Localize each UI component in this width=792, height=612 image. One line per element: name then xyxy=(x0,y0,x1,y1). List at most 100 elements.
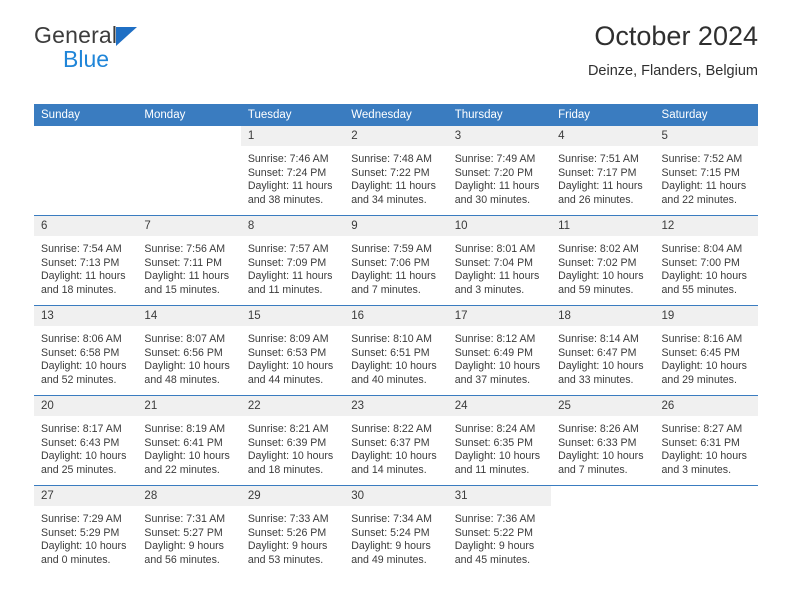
calendar-day-cell[interactable]: 19 Sunrise: 8:16 AM Sunset: 6:45 PM Dayligh… xyxy=(654,305,758,396)
day-number xyxy=(655,486,758,506)
calendar-day-cell[interactable]: 24 Sunrise: 8:24 AM Sunset: 6:35 PM Dayligh… xyxy=(447,395,552,486)
calendar-day-cell[interactable]: 25 Sunrise: 8:26 AM Sunset: 6:33 PM Dayligh… xyxy=(551,395,655,486)
sunset-text: Sunset: 6:37 PM xyxy=(351,436,430,449)
day-sun-info: Sunrise: 7:52 AM Sunset: 7:15 PM Daylight:… xyxy=(655,146,758,207)
calendar-day-cell[interactable]: 30 Sunrise: 7:34 AM Sunset: 5:24 PM Dayligh… xyxy=(344,485,448,575)
logo-text-general: General xyxy=(34,22,138,48)
general-blue-logo[interactable]: General Blue xyxy=(34,24,264,71)
day-number: 21 xyxy=(137,396,241,416)
calendar-day-cell[interactable]: 17 Sunrise: 8:12 AM Sunset: 6:49 PM Dayligh… xyxy=(447,305,552,396)
calendar-day-cell[interactable] xyxy=(34,126,137,216)
sunrise-text: Sunrise: 8:04 AM xyxy=(661,243,743,255)
calendar-day-cell[interactable]: 4 Sunrise: 7:51 AM Sunset: 7:17 PM Daylight… xyxy=(551,126,655,216)
sunset-text: Sunset: 7:15 PM xyxy=(661,166,740,179)
day-number: 8 xyxy=(240,216,345,236)
calendar-day-cell[interactable]: 8 Sunrise: 7:57 AM Sunset: 7:09 PM Daylight… xyxy=(240,215,345,306)
daylight-text: Daylight: 11 hours and 26 minutes. xyxy=(558,180,643,206)
calendar-day-cell[interactable]: 9 Sunrise: 7:59 AM Sunset: 7:06 PM Daylight… xyxy=(344,215,448,306)
day-number: 11 xyxy=(551,216,655,236)
day-sun-info: Sunrise: 7:46 AM Sunset: 7:24 PM Daylight:… xyxy=(241,146,344,207)
day-sun-info: Sunrise: 8:17 AM Sunset: 6:43 PM Daylight:… xyxy=(34,416,137,477)
calendar-day-cell[interactable]: 18 Sunrise: 8:14 AM Sunset: 6:47 PM Dayligh… xyxy=(551,305,655,396)
calendar-day-cell[interactable]: 12 Sunrise: 8:04 AM Sunset: 7:00 PM Dayligh… xyxy=(654,215,758,306)
sunset-text: Sunset: 6:31 PM xyxy=(661,436,740,449)
day-number: 4 xyxy=(551,126,655,146)
triangle-icon xyxy=(116,27,138,46)
day-sun-info: Sunrise: 7:34 AM Sunset: 5:24 PM Daylight:… xyxy=(344,506,447,567)
calendar-day-cell[interactable]: 13 Sunrise: 8:06 AM Sunset: 6:58 PM Dayligh… xyxy=(34,305,138,396)
daylight-text: Daylight: 11 hours and 7 minutes. xyxy=(351,270,436,296)
sunset-text: Sunset: 5:26 PM xyxy=(247,526,327,539)
sunrise-text: Sunrise: 7:52 AM xyxy=(661,153,743,165)
sunrise-text: Sunrise: 7:48 AM xyxy=(351,153,432,165)
daylight-text: Daylight: 11 hours and 18 minutes. xyxy=(41,270,126,296)
logo-general-label: General xyxy=(34,22,118,48)
day-sun-info: Sunrise: 8:24 AM Sunset: 6:35 PM Daylight:… xyxy=(448,416,551,477)
daylight-text: Daylight: 10 hours and 33 minutes. xyxy=(558,360,644,386)
calendar-table: Sunday Monday Tuesday Wednesday Thursday… xyxy=(34,104,758,575)
calendar-day-cell[interactable]: 11 Sunrise: 8:02 AM Sunset: 7:02 PM Dayligh… xyxy=(551,215,655,306)
weekday-header-sunday: Sunday xyxy=(34,104,138,126)
calendar-day-cell[interactable]: 26 Sunrise: 8:27 AM Sunset: 6:31 PM Dayligh… xyxy=(654,395,758,486)
day-number: 28 xyxy=(137,486,241,506)
day-sun-info: Sunrise: 8:07 AM Sunset: 6:56 PM Daylight:… xyxy=(137,326,240,387)
calendar-day-cell[interactable]: 5 Sunrise: 7:52 AM Sunset: 7:15 PM Daylight… xyxy=(654,126,758,216)
day-number: 15 xyxy=(240,306,345,326)
weekday-header-thursday: Thursday xyxy=(447,104,552,126)
day-number: 2 xyxy=(344,126,448,146)
sunset-text: Sunset: 7:22 PM xyxy=(351,166,430,179)
sunrise-text: Sunrise: 8:24 AM xyxy=(454,423,536,435)
calendar-day-cell[interactable]: 21 Sunrise: 8:19 AM Sunset: 6:41 PM Dayligh… xyxy=(137,395,241,486)
calendar-day-cell[interactable]: 6 Sunrise: 7:54 AM Sunset: 7:13 PM Daylight… xyxy=(34,215,138,306)
sunrise-text: Sunrise: 8:27 AM xyxy=(661,423,743,435)
daylight-text: Daylight: 11 hours and 3 minutes. xyxy=(454,270,540,296)
daylight-text: Daylight: 10 hours and 14 minutes. xyxy=(351,450,437,476)
day-number xyxy=(551,486,654,506)
day-number: 31 xyxy=(447,486,552,506)
sunset-text: Sunset: 5:27 PM xyxy=(144,526,223,539)
calendar-day-cell[interactable]: 28 Sunrise: 7:31 AM Sunset: 5:27 PM Dayligh… xyxy=(137,485,241,575)
daylight-text: Daylight: 10 hours and 59 minutes. xyxy=(558,270,644,296)
calendar-day-cell[interactable]: 22 Sunrise: 8:21 AM Sunset: 6:39 PM Dayligh… xyxy=(240,395,345,486)
sunset-text: Sunset: 7:20 PM xyxy=(454,166,534,179)
sunrise-text: Sunrise: 7:57 AM xyxy=(247,243,329,255)
calendar-day-cell[interactable]: 2 Sunrise: 7:48 AM Sunset: 7:22 PM Daylight… xyxy=(344,126,448,216)
day-sun-info: Sunrise: 8:02 AM Sunset: 7:02 PM Daylight:… xyxy=(551,236,654,297)
calendar-day-cell[interactable]: 15 Sunrise: 8:09 AM Sunset: 6:53 PM Dayligh… xyxy=(240,305,345,396)
sunrise-text: Sunrise: 7:49 AM xyxy=(454,153,536,165)
day-sun-info: Sunrise: 8:10 AM Sunset: 6:51 PM Daylight:… xyxy=(344,326,447,387)
sunset-text: Sunset: 7:00 PM xyxy=(661,256,740,269)
calendar-week-row: 6 Sunrise: 7:54 AM Sunset: 7:13 PM Daylight… xyxy=(34,215,758,306)
calendar-day-cell[interactable]: 31 Sunrise: 7:36 AM Sunset: 5:22 PM Dayligh… xyxy=(447,485,552,575)
day-number: 3 xyxy=(447,126,552,146)
daylight-text: Daylight: 11 hours and 22 minutes. xyxy=(661,180,747,206)
day-number: 22 xyxy=(240,396,345,416)
calendar-day-cell[interactable] xyxy=(654,485,758,575)
calendar-day-cell[interactable]: 29 Sunrise: 7:33 AM Sunset: 5:26 PM Dayligh… xyxy=(240,485,345,575)
day-sun-info: Sunrise: 7:59 AM Sunset: 7:06 PM Daylight:… xyxy=(344,236,447,297)
day-number xyxy=(137,126,240,146)
day-sun-info: Sunrise: 8:22 AM Sunset: 6:37 PM Daylight:… xyxy=(344,416,447,477)
daylight-text: Daylight: 10 hours and 0 minutes. xyxy=(41,540,127,566)
day-number: 29 xyxy=(240,486,345,506)
calendar-day-cell[interactable]: 20 Sunrise: 8:17 AM Sunset: 6:43 PM Dayligh… xyxy=(34,395,138,486)
sunrise-text: Sunrise: 8:16 AM xyxy=(661,333,743,345)
daylight-text: Daylight: 10 hours and 55 minutes. xyxy=(661,270,747,296)
weekday-header-monday: Monday xyxy=(137,104,241,126)
calendar-day-cell[interactable]: 3 Sunrise: 7:49 AM Sunset: 7:20 PM Daylight… xyxy=(447,126,552,216)
calendar-day-cell[interactable]: 27 Sunrise: 7:29 AM Sunset: 5:29 PM Dayligh… xyxy=(34,485,138,575)
calendar-day-cell[interactable]: 14 Sunrise: 8:07 AM Sunset: 6:56 PM Dayligh… xyxy=(137,305,241,396)
calendar-day-cell[interactable]: 1 Sunrise: 7:46 AM Sunset: 7:24 PM Daylight… xyxy=(240,126,345,216)
calendar-day-cell[interactable] xyxy=(137,126,240,216)
daylight-text: Daylight: 10 hours and 22 minutes. xyxy=(144,450,230,476)
calendar-day-cell[interactable]: 7 Sunrise: 7:56 AM Sunset: 7:11 PM Daylight… xyxy=(137,215,241,306)
calendar-day-cell[interactable]: 16 Sunrise: 8:10 AM Sunset: 6:51 PM Dayligh… xyxy=(344,305,448,396)
sunrise-text: Sunrise: 7:54 AM xyxy=(41,243,122,255)
calendar-day-cell[interactable]: 10 Sunrise: 8:01 AM Sunset: 7:04 PM Dayligh… xyxy=(447,215,552,306)
calendar-day-cell[interactable] xyxy=(551,485,655,575)
day-number: 9 xyxy=(344,216,448,236)
calendar-day-cell[interactable]: 23 Sunrise: 8:22 AM Sunset: 6:37 PM Dayligh… xyxy=(344,395,448,486)
daylight-text: Daylight: 11 hours and 38 minutes. xyxy=(247,180,333,206)
daylight-text: Daylight: 11 hours and 30 minutes. xyxy=(454,180,540,206)
sunset-text: Sunset: 6:58 PM xyxy=(41,346,120,359)
